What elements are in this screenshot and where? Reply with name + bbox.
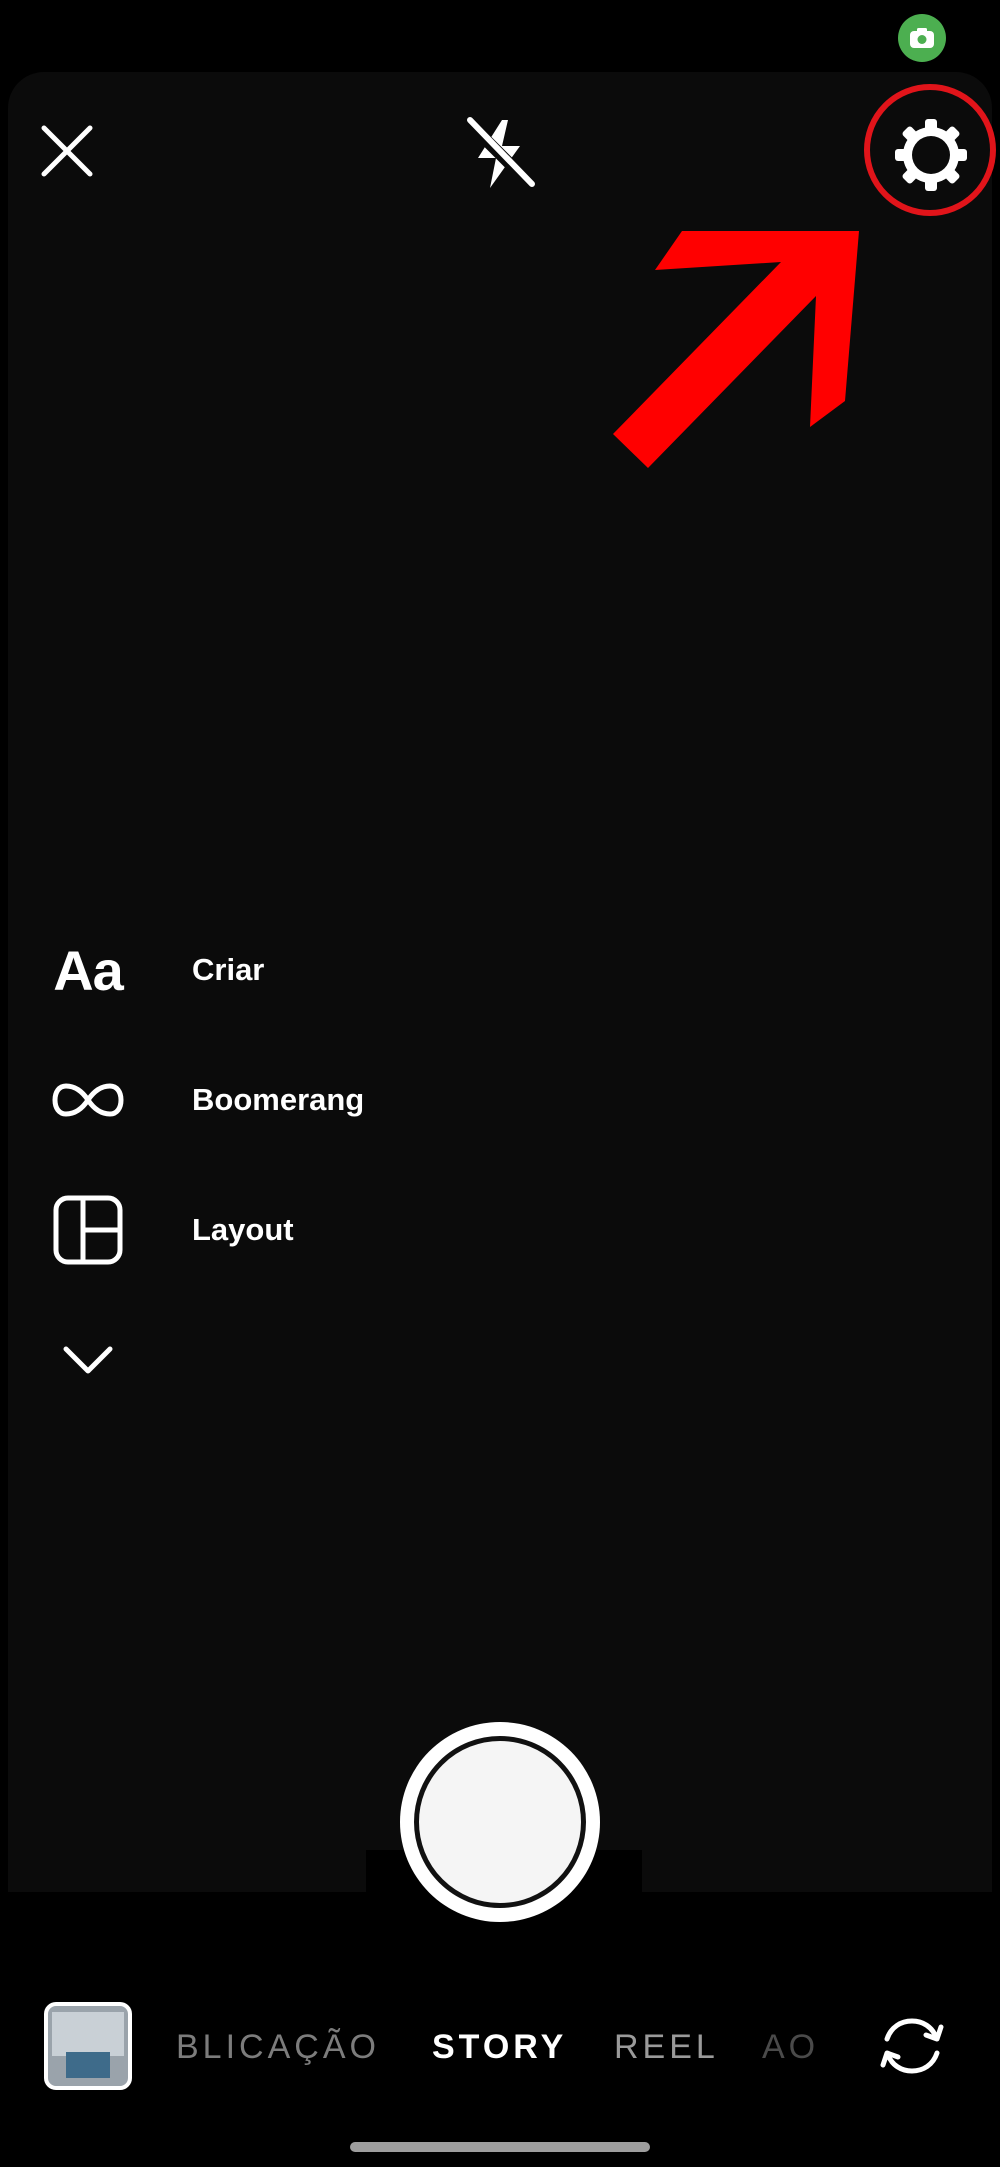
thumbnail-preview <box>52 2012 124 2056</box>
shutter-inner <box>414 1736 586 1908</box>
mode-publicacao[interactable]: BLICAÇÃO <box>176 2028 380 2067</box>
shutter-button[interactable] <box>400 1722 600 1922</box>
tool-item-boomerang[interactable]: Boomerang <box>40 1050 460 1150</box>
mode-ao-vivo[interactable]: AO <box>762 2028 819 2067</box>
tool-label-layout: Layout <box>192 1212 294 1247</box>
gear-icon <box>895 119 967 191</box>
infinity-icon <box>40 1052 136 1148</box>
mode-reel[interactable]: REEL <box>614 2028 719 2067</box>
tool-item-layout[interactable]: Layout <box>40 1180 460 1280</box>
settings-button[interactable] <box>880 104 982 206</box>
camera-icon <box>898 14 946 62</box>
mode-story[interactable]: STORY <box>432 2028 567 2067</box>
gallery-thumbnail[interactable] <box>44 2002 132 2090</box>
tool-label-boomerang: Boomerang <box>192 1082 365 1117</box>
flash-toggle-button[interactable] <box>452 108 548 200</box>
close-button[interactable] <box>28 112 106 190</box>
thumbnail-preview-detail <box>66 2052 110 2078</box>
tool-item-more[interactable] <box>40 1310 460 1410</box>
close-icon <box>41 125 93 177</box>
chevron-down-icon <box>40 1312 136 1408</box>
flash-off-icon <box>463 117 537 191</box>
flip-camera-button[interactable] <box>872 2006 952 2086</box>
text-aa-icon: Aa <box>53 938 124 1002</box>
status-bar <box>0 0 1000 72</box>
annotation-arrow <box>613 231 859 468</box>
tool-label-criar: Criar <box>192 952 265 987</box>
tool-item-criar[interactable]: Aa Criar <box>40 920 460 1020</box>
home-indicator[interactable] <box>350 2142 650 2152</box>
layout-grid-icon <box>40 1182 136 1278</box>
flip-camera-icon <box>880 2018 944 2074</box>
mode-selector: BLICAÇÃO STORY REEL AO <box>170 2020 830 2080</box>
